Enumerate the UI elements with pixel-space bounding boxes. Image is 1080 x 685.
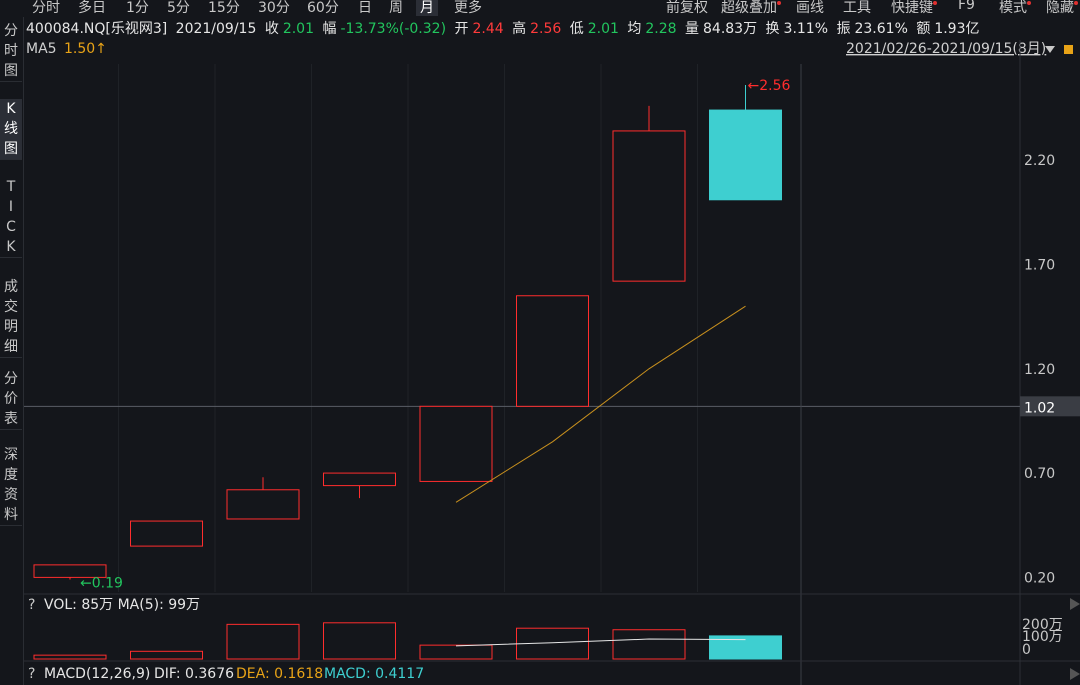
volume-bar [419,644,493,660]
macd-dif: DIF: 0.3676 [154,666,234,682]
sidebar-tab-0[interactable]: 分时图 [0,21,22,82]
volume-bar [612,629,686,660]
vol-help: ? [28,597,35,613]
volume-bar [33,654,107,660]
volume-ma-line [455,638,746,647]
price-tick: 0.20 [1024,570,1055,586]
ma-value: 1.50↑ [64,41,107,57]
high-marker: ←2.56 [748,78,791,94]
candle-body [323,472,396,487]
lock-icon [1064,45,1073,54]
volume-bar [226,623,300,660]
crosshair-value: 1.02 [1024,400,1055,416]
volume-bar [130,650,203,660]
price-tick: 2.20 [1024,153,1055,169]
price-tick: 1.20 [1024,362,1055,378]
candle-body [419,405,493,482]
candle-body [130,520,203,547]
macd-help: ? [28,666,35,682]
macd-value: MACD: 0.4117 [324,666,424,682]
left-sidebar: 分时图 K线图 TICK 成交明细分价表深度资料 [0,17,24,685]
volume-tick: 0 [1022,642,1031,658]
volume-bar [323,622,396,660]
price-tick: 1.70 [1024,257,1055,273]
sidebar-tab-4[interactable]: 分价表 [0,369,22,430]
sidebar-tab-5[interactable]: 深度资料 [0,445,22,526]
date-range: 2021/02/26-2021/09/15(8月) [846,41,1046,57]
vol-scroll-icon [1070,598,1080,610]
macd-scroll-icon [1070,668,1080,680]
candle-body [516,295,589,407]
price-tick: 0.70 [1024,466,1055,482]
sidebar-tab-1[interactable]: K线图 [0,99,22,160]
candle-body [709,109,782,201]
sidebar-tab-2[interactable]: TICK [0,177,22,258]
candle-body [226,489,300,520]
sidebar-tab-3[interactable]: 成交明细 [0,277,22,358]
low-marker: ←0.19 [80,575,123,591]
main-chart: MA5 1.50↑ 2021/02/26-2021/09/15(8月) 0.20 0.7… [24,40,1080,685]
candle-body [612,130,686,282]
date-range-dropdown-icon [1045,46,1055,53]
macd-dea: DEA: 0.1618 [236,666,323,682]
ma-label: MA5 [26,41,57,57]
vol-indicator: VOL: 85万 MA(5): 99万 [44,597,200,613]
macd-name: MACD(12,26,9) [44,666,150,682]
